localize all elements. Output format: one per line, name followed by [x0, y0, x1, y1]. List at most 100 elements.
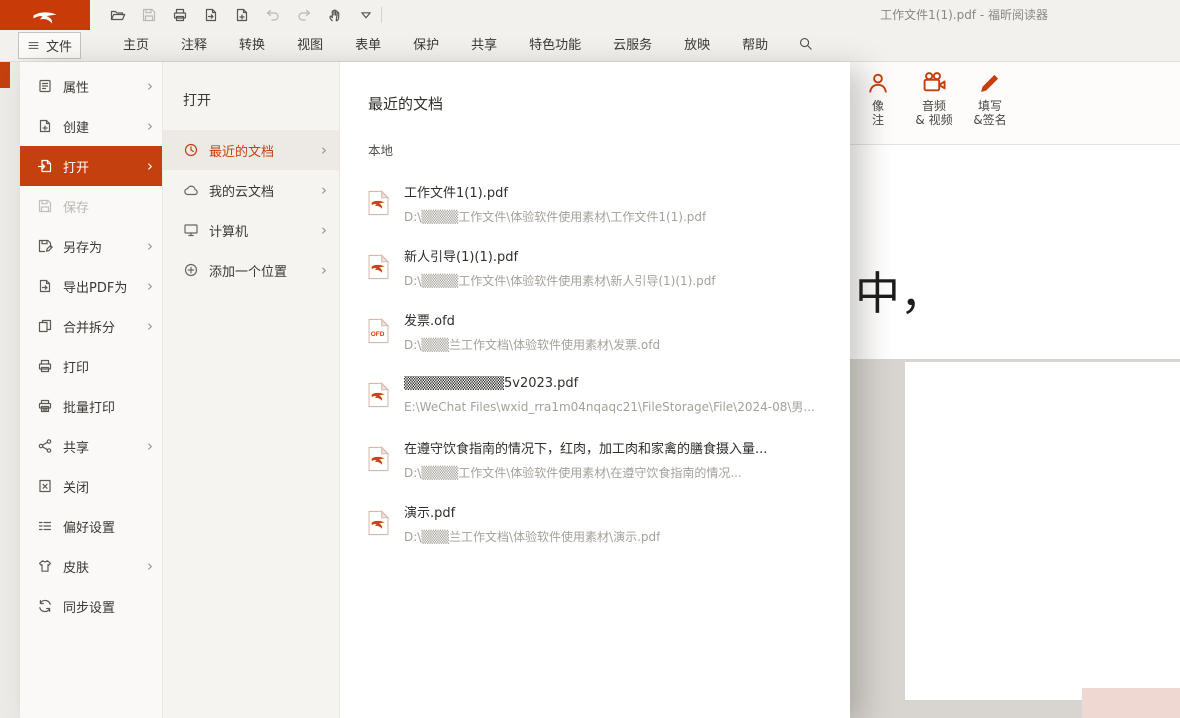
recent-documents-panel: 最近的文档 本地 工作文件1(1).pdf D:\▒▒▒▒工作文件\体验软件使用…: [340, 62, 850, 718]
tab-presentation[interactable]: 放映: [668, 31, 726, 61]
open-my-cloud-documents[interactable]: 我的云文档: [163, 170, 339, 210]
ofd-file-icon: OFD: [368, 318, 389, 344]
file-path: D:\▒▒▒兰工作文档\体验软件使用素材\发票.ofd: [404, 336, 660, 353]
plus-circle-icon: [183, 262, 199, 278]
file-menu-button-label: 文件: [46, 36, 72, 55]
menu-close[interactable]: 关闭: [20, 466, 162, 506]
doc-create-icon: [37, 118, 53, 134]
file-name: 在遵守饮食指南的情况下，红肉，加工肉和家禽的膳食摄入量...: [404, 438, 767, 457]
ribbon-fill-sign-button[interactable]: 填写 &签名: [962, 70, 1018, 127]
menu-save-as[interactable]: 另存为: [20, 226, 162, 266]
submenu-arrow-icon: [321, 223, 327, 238]
file-path: D:\▒▒▒▒工作文件\体验软件使用素材\在遵守饮食指南的情况...: [404, 464, 767, 481]
menu-print[interactable]: 打印: [20, 346, 162, 386]
menu-combine-split[interactable]: 合并拆分: [20, 306, 162, 346]
file-menu-item-list: 属性 创建 打开 保存: [20, 62, 163, 718]
submenu-arrow-icon: [147, 559, 153, 574]
document-text: 中，: [855, 257, 945, 322]
open-computer[interactable]: 计算机: [163, 210, 339, 250]
menu-create[interactable]: 创建: [20, 106, 162, 146]
redo-button[interactable]: [292, 4, 316, 26]
toolbar-separator: [381, 7, 382, 23]
recent-file-wechat-pdf[interactable]: ▒▒▒▒▒▒▒▒▒▒5v2023.pdf E:\WeChat Files\wxi…: [368, 363, 850, 427]
file-path: D:\▒▒▒▒工作文件\体验软件使用素材\工作文件1(1).pdf: [404, 208, 706, 225]
pdf-file-icon: [368, 382, 389, 408]
menu-preferences[interactable]: 偏好设置: [20, 506, 162, 546]
menu-open[interactable]: 打开: [20, 146, 162, 186]
tab-features[interactable]: 特色功能: [513, 31, 597, 61]
file-name: 新人引导(1)(1).pdf: [404, 246, 716, 265]
tab-protect[interactable]: 保护: [397, 31, 455, 61]
menu-skin[interactable]: 皮肤: [20, 546, 162, 586]
hand-tool-button[interactable]: [323, 4, 347, 26]
export-pdf-button[interactable]: [199, 4, 223, 26]
submenu-arrow-icon: [321, 263, 327, 278]
window-title: 工作文件1(1).pdf - 福昕阅读器: [880, 0, 1048, 30]
workspace: 像 注 音频 & 视频 填写 &签名 中，: [0, 62, 1180, 718]
menu-bar: 文件 主页注释转换视图表单保护共享特色功能云服务放映帮助: [0, 30, 1180, 62]
create-pdf-button[interactable]: [230, 4, 254, 26]
file-name: 工作文件1(1).pdf: [404, 182, 706, 201]
pdf-file-icon: [368, 190, 389, 216]
tab-form[interactable]: 表单: [339, 31, 397, 61]
file-menu-button[interactable]: 文件: [18, 32, 81, 59]
undo-button[interactable]: [261, 4, 285, 26]
recent-file-yanshi[interactable]: 演示.pdf D:\▒▒▒兰工作文档\体验软件使用素材\演示.pdf: [368, 491, 850, 555]
ribbon-audio-video-button[interactable]: 音频 & 视频: [906, 70, 962, 127]
print-button[interactable]: [168, 4, 192, 26]
file-menu-panel: 属性 创建 打开 保存: [20, 62, 850, 718]
recent-file-gongzuowenjian1[interactable]: 工作文件1(1).pdf D:\▒▒▒▒工作文件\体验软件使用素材\工作文件1(…: [368, 171, 850, 235]
submenu-arrow-icon: [321, 183, 327, 198]
foxit-logo[interactable]: [0, 0, 90, 30]
open-destination-list: 最近的文档 我的云文档 计算机: [163, 130, 339, 290]
recent-file-xinrenyindao[interactable]: 新人引导(1)(1).pdf D:\▒▒▒▒工作文件\体验软件使用素材\新人引导…: [368, 235, 850, 299]
tab-view[interactable]: 视图: [281, 31, 339, 61]
open-file-button[interactable]: [106, 4, 130, 26]
tab-comment[interactable]: 注释: [165, 31, 223, 61]
file-path: E:\WeChat Files\wxid_rra1m04nqaqc21\File…: [404, 398, 815, 415]
menu-properties[interactable]: 属性: [20, 66, 162, 106]
menu-save[interactable]: 保存: [20, 186, 162, 226]
doc-open-icon: [37, 158, 53, 174]
submenu-arrow-icon: [147, 279, 153, 294]
tab-help[interactable]: 帮助: [726, 31, 784, 61]
title-bar: 工作文件1(1).pdf - 福昕阅读器: [0, 0, 1180, 30]
portrait-icon: [865, 70, 891, 96]
tab-home[interactable]: 主页: [107, 31, 165, 61]
batch-print-icon: [37, 398, 53, 414]
search-button[interactable]: [792, 33, 818, 59]
menu-sync-settings[interactable]: 同步设置: [20, 586, 162, 626]
menu-batch-print[interactable]: 批量打印: [20, 386, 162, 426]
recent-file-list: 工作文件1(1).pdf D:\▒▒▒▒工作文件\体验软件使用素材\工作文件1(…: [368, 171, 850, 555]
submenu-arrow-icon: [147, 79, 153, 94]
floppy-icon: [37, 198, 53, 214]
pdf-file-icon: [368, 510, 389, 536]
submenu-arrow-icon: [147, 159, 153, 174]
open-add-a-place[interactable]: 添加一个位置: [163, 250, 339, 290]
ribbon-toolbar: 像 注 音频 & 视频 填写 &签名: [850, 62, 1180, 145]
recent-file-yinshizhinan[interactable]: 在遵守饮食指南的情况下，红肉，加工肉和家禽的膳食摄入量... D:\▒▒▒▒工作…: [368, 427, 850, 491]
tab-share[interactable]: 共享: [455, 31, 513, 61]
submenu-arrow-icon: [147, 439, 153, 454]
tab-cloud-service[interactable]: 云服务: [597, 31, 668, 61]
tab-convert[interactable]: 转换: [223, 31, 281, 61]
open-recent-documents[interactable]: 最近的文档: [163, 130, 339, 170]
recent-file-fapiao[interactable]: OFD 发票.ofd D:\▒▒▒兰工作文档\体验软件使用素材\发票.ofd: [368, 299, 850, 363]
svg-text:OFD: OFD: [371, 331, 385, 338]
file-path: D:\▒▒▒▒工作文件\体验软件使用素材\新人引导(1)(1).pdf: [404, 272, 716, 289]
ribbon-portrait-annotation-button[interactable]: 像 注: [850, 70, 906, 127]
menu-export-pdf-as[interactable]: 导出PDF为: [20, 266, 162, 306]
video-camera-icon: [921, 70, 947, 96]
properties-icon: [37, 78, 53, 94]
recent-documents-title: 最近的文档: [368, 93, 850, 114]
document-page: 中，: [850, 145, 1180, 359]
save-button[interactable]: [137, 4, 161, 26]
file-meta: 工作文件1(1).pdf D:\▒▒▒▒工作文件\体验软件使用素材\工作文件1(…: [404, 182, 706, 225]
quick-access-toolbar: [106, 4, 378, 26]
submenu-arrow-icon: [321, 143, 327, 158]
open-panel-header: 打开: [183, 90, 339, 110]
cloud-icon: [183, 182, 199, 198]
active-tab-accent: [0, 62, 10, 88]
customize-toolbar-button[interactable]: [354, 4, 378, 26]
menu-share[interactable]: 共享: [20, 426, 162, 466]
